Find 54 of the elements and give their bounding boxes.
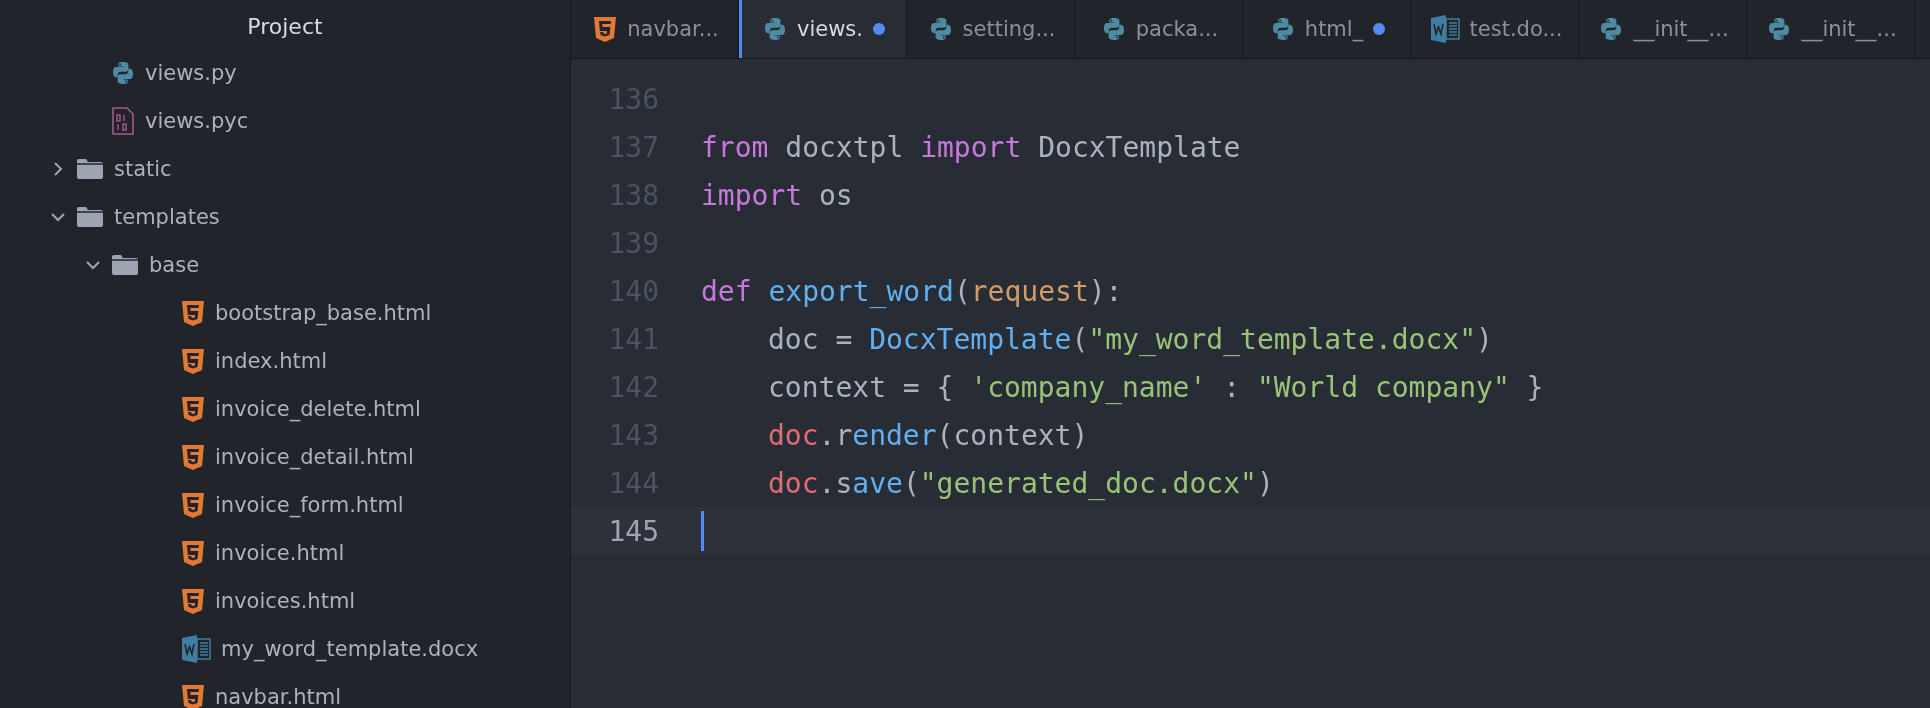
html5-icon bbox=[181, 299, 205, 327]
tab-title: __init__... bbox=[1801, 17, 1897, 41]
python-icon bbox=[111, 61, 135, 85]
line-number: 145 bbox=[607, 514, 660, 548]
folder-name[interactable]: templates bbox=[114, 205, 220, 229]
file-name[interactable]: views.py bbox=[145, 61, 237, 85]
binary-file-icon bbox=[111, 107, 135, 135]
code-line: doc.save("generated_doc.docx") bbox=[768, 466, 1274, 500]
code-line: from docxtpl import DocxTemplate bbox=[701, 130, 1241, 164]
file-name[interactable]: invoice.html bbox=[215, 541, 345, 565]
folder-icon bbox=[76, 206, 104, 228]
code-line: context = { 'company_name' : "World company" } bbox=[768, 370, 1544, 404]
file-name[interactable]: bootstrap_base.html bbox=[215, 301, 432, 325]
word-document-icon bbox=[1429, 14, 1460, 44]
python-icon bbox=[763, 17, 787, 41]
html5-icon bbox=[181, 539, 205, 567]
file-name[interactable]: navbar.html bbox=[215, 685, 342, 708]
tab-title: html_ bbox=[1304, 17, 1364, 41]
file-tab[interactable]: views. bbox=[739, 0, 907, 58]
file-name[interactable]: invoice_form.html bbox=[215, 493, 404, 517]
file-name[interactable]: invoices.html bbox=[215, 589, 356, 613]
tab-title: packa... bbox=[1135, 17, 1219, 41]
html5-icon bbox=[181, 443, 205, 471]
folder-name[interactable]: static bbox=[114, 157, 172, 181]
text-cursor bbox=[701, 511, 704, 551]
html5-icon bbox=[593, 15, 618, 43]
code-line: def export_word(request): bbox=[701, 274, 1123, 308]
html5-icon bbox=[181, 347, 205, 375]
code-line: doc.render(context) bbox=[768, 418, 1089, 452]
file-name[interactable]: invoice_delete.html bbox=[215, 397, 421, 421]
folder-name[interactable]: base bbox=[149, 253, 200, 277]
tab-title: views. bbox=[797, 17, 863, 41]
python-icon bbox=[928, 17, 953, 41]
tab-title: __init__... bbox=[1633, 17, 1729, 41]
tab-title: test.do... bbox=[1469, 17, 1563, 41]
python-icon bbox=[1767, 17, 1792, 41]
folder-icon bbox=[76, 158, 104, 180]
panel-title: Project bbox=[247, 13, 323, 41]
file-name[interactable]: invoice_detail.html bbox=[215, 445, 414, 469]
html5-icon bbox=[181, 395, 205, 423]
tab-title: setting... bbox=[962, 17, 1056, 41]
folder-icon bbox=[111, 254, 139, 276]
file-name[interactable]: my_word_template.docx bbox=[221, 637, 479, 661]
file-name[interactable]: index.html bbox=[215, 349, 327, 373]
code-line: import os bbox=[701, 178, 853, 212]
word-document-icon bbox=[181, 634, 211, 664]
file-name[interactable]: views.pyc bbox=[145, 109, 249, 133]
python-icon bbox=[1101, 17, 1126, 41]
python-icon bbox=[1270, 17, 1295, 41]
code-line: doc = DocxTemplate("my_word_template.docx") bbox=[768, 322, 1493, 356]
tab-title: navbar... bbox=[627, 17, 719, 41]
python-icon bbox=[1599, 17, 1624, 41]
html5-icon bbox=[181, 491, 205, 519]
html5-icon bbox=[181, 587, 205, 615]
